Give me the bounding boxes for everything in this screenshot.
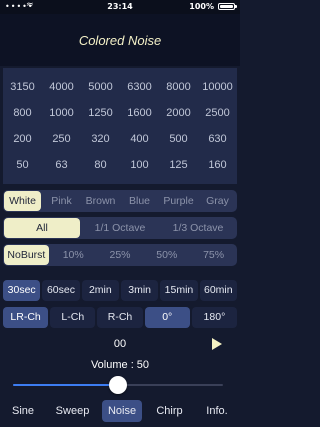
volume-track-fill [13,384,118,386]
channel-r-ch-button[interactable]: R-Ch [97,307,143,328]
noise-color-option-brown[interactable]: Brown [82,191,119,211]
frequency-button-100[interactable]: 100 [120,152,159,178]
battery-icon [218,3,237,10]
burst-option-25[interactable]: 25% [98,245,143,265]
volume-slider[interactable] [13,376,223,394]
frequency-button-500[interactable]: 500 [159,126,198,152]
noise-color-option-blue[interactable]: Blue [121,191,158,211]
channel-l-ch-button[interactable]: L-Ch [50,307,96,328]
tab-info[interactable]: Info. [197,400,237,422]
burst-option-noburst[interactable]: NoBurst [4,245,49,265]
burst-option-75[interactable]: 75% [191,245,236,265]
channel-0deg-button[interactable]: 0° [144,307,190,328]
frequency-button-200[interactable]: 200 [3,126,42,152]
frequency-button-2000[interactable]: 2000 [159,100,198,126]
band-option-1-1-octave[interactable]: 1/1 Octave [82,218,158,238]
frequency-button-630[interactable]: 630 [198,126,237,152]
playback-timer: 00 [113,338,127,350]
frequency-button-1250[interactable]: 1250 [81,100,120,126]
channel-buttons: LR-Ch L-Ch R-Ch 0° 180° [3,307,238,328]
frequency-button-250[interactable]: 250 [42,126,81,152]
frequency-button-320[interactable]: 320 [81,126,120,152]
burst-selector: NoBurst 10% 25% 50% 75% [3,244,237,266]
channel-lr-ch-button[interactable]: LR-Ch [3,307,49,328]
frequency-button-6300[interactable]: 6300 [120,74,159,100]
frequency-button-160[interactable]: 160 [198,152,237,178]
volume-thumb[interactable] [109,376,127,394]
burst-option-50[interactable]: 50% [144,245,189,265]
band-option-1-3-octave[interactable]: 1/3 Octave [160,218,236,238]
play-icon[interactable] [212,338,222,350]
frequency-button-80[interactable]: 80 [81,152,120,178]
duration-60sec-button[interactable]: 60sec [42,280,80,301]
frequency-button-3150[interactable]: 3150 [3,74,42,100]
frequency-button-63[interactable]: 63 [42,152,81,178]
duration-15min-button[interactable]: 15min [160,280,198,301]
noise-color-option-gray[interactable]: Gray [199,191,236,211]
frequency-button-8000[interactable]: 8000 [159,74,198,100]
noise-color-selector: White Pink Brown Blue Purple Gray [3,190,237,212]
tab-chirp[interactable]: Chirp [150,400,190,422]
frequency-button-50[interactable]: 50 [3,152,42,178]
tab-sweep[interactable]: Sweep [51,400,95,422]
noise-color-option-purple[interactable]: Purple [160,191,197,211]
frequency-button-10000[interactable]: 10000 [198,74,237,100]
frequency-button-1000[interactable]: 1000 [42,100,81,126]
frequency-button-5000[interactable]: 5000 [81,74,120,100]
frequency-button-2500[interactable]: 2500 [198,100,237,126]
duration-buttons: 30sec 60sec 2min 3min 15min 60min [3,280,237,301]
frequency-button-125[interactable]: 125 [159,152,198,178]
tab-sine[interactable]: Sine [3,400,43,422]
noise-color-option-pink[interactable]: Pink [43,191,80,211]
volume-label: Volume : 50 [90,359,150,371]
frequency-panel: 3150 4000 5000 6300 8000 10000 800 1000 1250 1600… [3,68,237,184]
battery-percent: 100% [189,2,214,11]
playback-row: 00 [0,338,240,352]
frequency-button-1600[interactable]: 1600 [120,100,159,126]
duration-60min-button[interactable]: 60min [199,280,237,301]
burst-option-10[interactable]: 10% [51,245,96,265]
duration-30sec-button[interactable]: 30sec [3,280,41,301]
duration-3min-button[interactable]: 3min [120,280,159,301]
frequency-grid: 3150 4000 5000 6300 8000 10000 800 1000 1250 1600… [3,74,237,178]
page-title: Colored Noise [78,32,162,48]
frequency-button-800[interactable]: 800 [3,100,42,126]
status-bar: ••••• ≈ 23:14 100% [0,0,240,14]
channel-180deg-button[interactable]: 180° [191,307,238,328]
title-bar: Colored Noise [0,14,240,66]
tab-noise[interactable]: Noise [102,400,142,422]
noise-color-option-white[interactable]: White [4,191,41,211]
tab-bar: Sine Sweep Noise Chirp Info. [0,400,240,422]
frequency-button-4000[interactable]: 4000 [42,74,81,100]
band-selector: All 1/1 Octave 1/3 Octave [3,217,237,239]
duration-2min-button[interactable]: 2min [81,280,119,301]
frequency-button-400[interactable]: 400 [120,126,159,152]
band-option-all[interactable]: All [4,218,80,238]
